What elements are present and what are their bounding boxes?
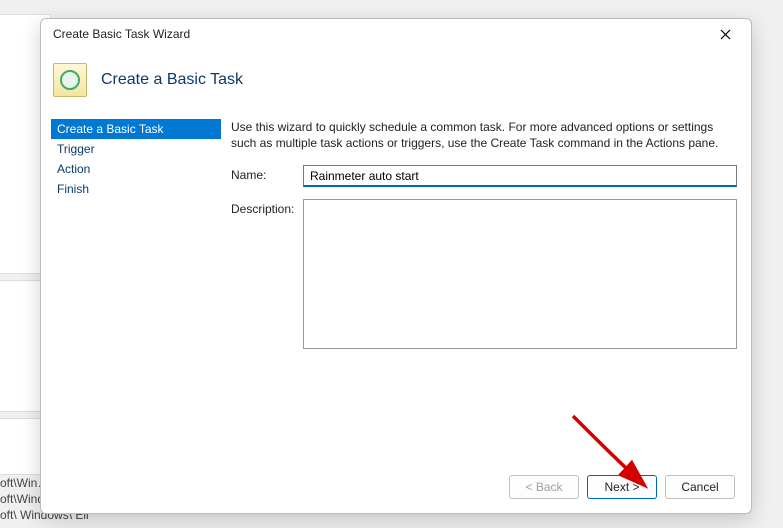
- description-input[interactable]: [303, 199, 737, 349]
- name-row: Name:: [231, 165, 737, 187]
- description-label: Description:: [231, 199, 303, 216]
- step-create-basic-task[interactable]: Create a Basic Task: [51, 119, 221, 139]
- page-title: Create a Basic Task: [101, 71, 243, 89]
- content-area: Create a Basic Task Trigger Action Finis…: [41, 111, 751, 461]
- button-bar: < Back Next > Cancel: [41, 461, 751, 513]
- name-label: Name:: [231, 165, 303, 182]
- step-finish[interactable]: Finish: [51, 179, 221, 199]
- instruction-text: Use this wizard to quickly schedule a co…: [231, 119, 737, 151]
- close-icon: [720, 29, 731, 40]
- name-input[interactable]: [303, 165, 737, 187]
- main-panel: Use this wizard to quickly schedule a co…: [221, 119, 737, 461]
- step-action[interactable]: Action: [51, 159, 221, 179]
- wizard-clock-icon: [53, 63, 87, 97]
- description-row: Description:: [231, 199, 737, 349]
- cancel-button[interactable]: Cancel: [665, 475, 735, 499]
- wizard-steps: Create a Basic Task Trigger Action Finis…: [51, 119, 221, 461]
- step-trigger[interactable]: Trigger: [51, 139, 221, 159]
- window-title: Create Basic Task Wizard: [53, 27, 705, 41]
- titlebar: Create Basic Task Wizard: [41, 19, 751, 49]
- wizard-header: Create a Basic Task: [41, 49, 751, 111]
- next-button[interactable]: Next >: [587, 475, 657, 499]
- back-button: < Back: [509, 475, 579, 499]
- close-button[interactable]: [705, 21, 745, 47]
- wizard-dialog: Create Basic Task Wizard Create a Basic …: [40, 18, 752, 514]
